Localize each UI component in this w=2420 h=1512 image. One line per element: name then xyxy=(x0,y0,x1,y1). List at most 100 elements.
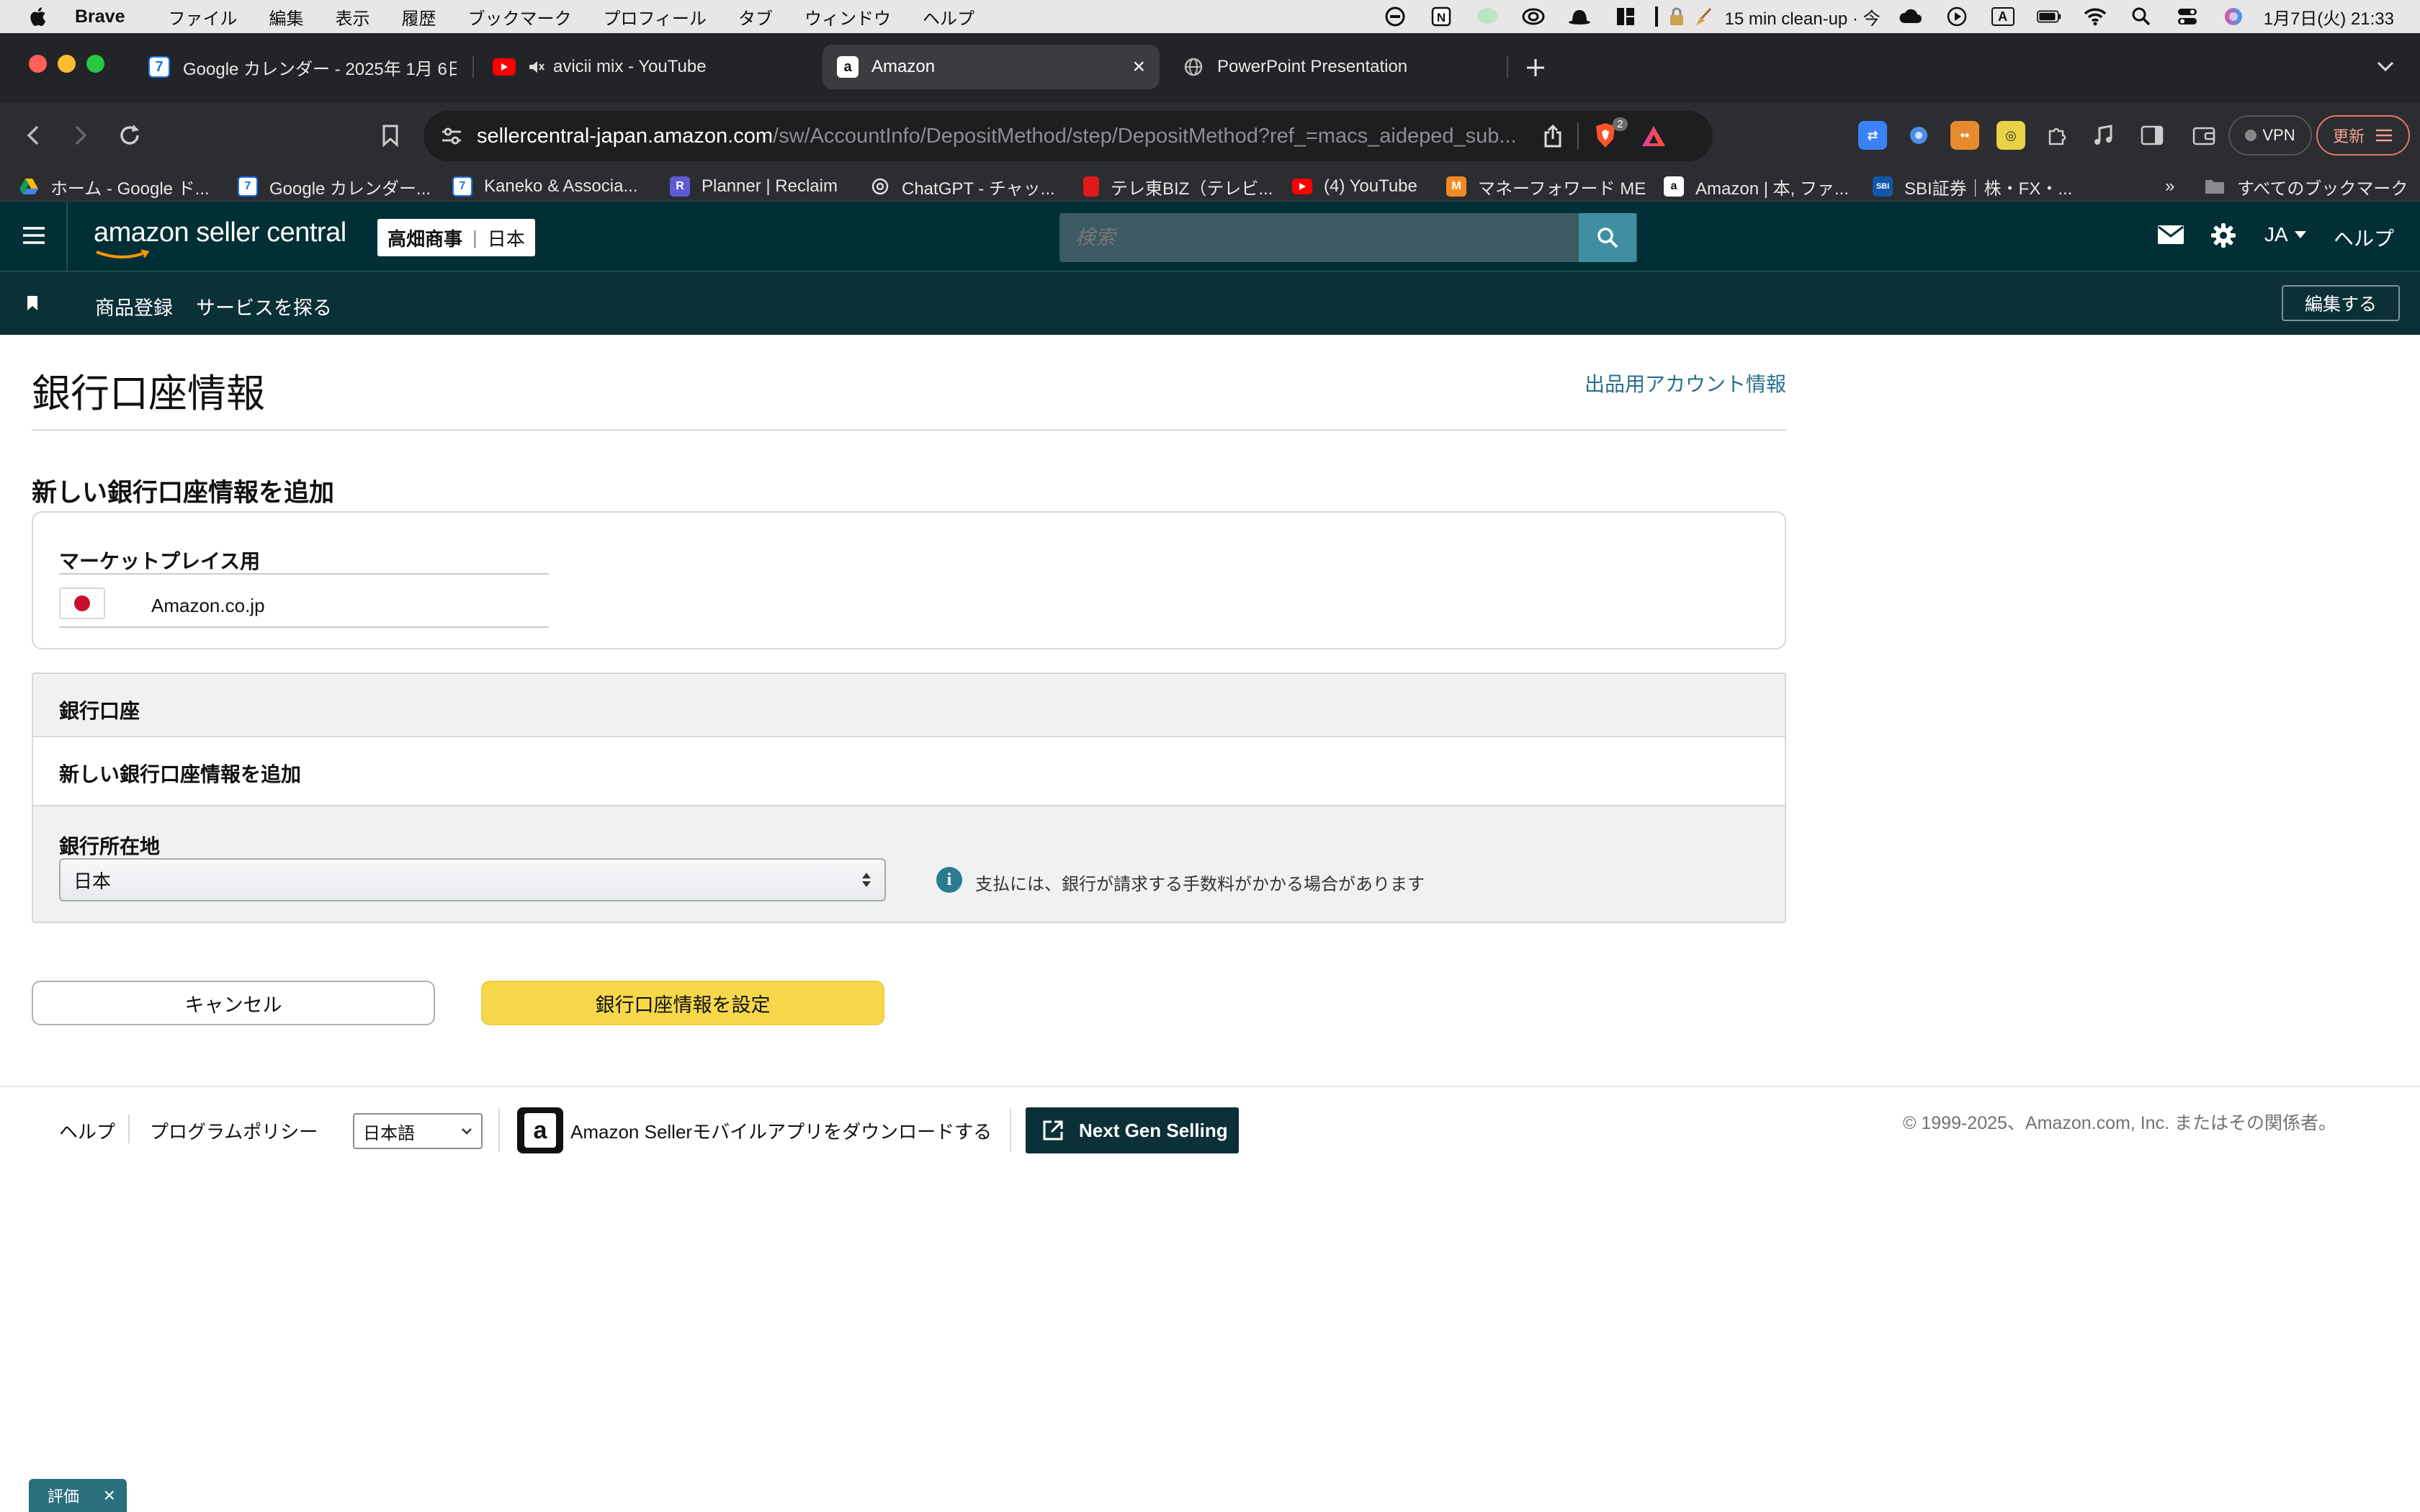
all-bookmarks[interactable]: すべてのブックマーク xyxy=(2204,174,2408,199)
set-bank-account-button[interactable]: 銀行口座情報を設定 xyxy=(481,981,884,1025)
bookmark-sbi[interactable]: SBI SBI証券｜株・FX・... xyxy=(1873,174,2072,199)
sbi-icon: SBI xyxy=(1873,176,1893,197)
wifi-icon[interactable] xyxy=(2083,6,2107,27)
notion-icon[interactable]: N xyxy=(1429,6,1453,27)
play-circle-icon[interactable] xyxy=(1945,6,1969,27)
menu-bookmarks[interactable]: ブックマーク xyxy=(468,4,572,30)
window-manager-icon[interactable] xyxy=(1613,6,1638,27)
settings-gear-icon[interactable] xyxy=(2210,222,2237,249)
bookmark-moneyforward[interactable]: M マネーフォワード ME xyxy=(1446,174,1646,199)
media-music-icon[interactable] xyxy=(2089,121,2118,150)
reminder-text[interactable]: 15 min clean-up · 今 xyxy=(1725,4,1881,30)
nav-explore-services[interactable]: サービスを探る xyxy=(196,292,332,320)
menubar-clock[interactable]: 1月7日(火) 21:33 xyxy=(2264,4,2394,30)
bookmark-amazon[interactable]: a Amazon | 本, ファ... xyxy=(1664,174,1849,199)
input-mode-icon[interactable]: A xyxy=(1991,6,2015,27)
siri-icon[interactable] xyxy=(2221,6,2246,27)
bookmark-google-calendar[interactable]: 7 Google カレンダー... xyxy=(238,174,431,199)
bookmark-google-drive[interactable]: ホーム - Google ド... xyxy=(19,174,210,199)
feedback-tab[interactable]: 評価 × xyxy=(29,1479,127,1512)
new-tab-icon[interactable] xyxy=(1523,55,1551,84)
extension-translate-icon[interactable]: ⇄ xyxy=(1858,121,1887,150)
tab-list-chevron-icon[interactable] xyxy=(2375,59,2397,81)
wallet-icon[interactable] xyxy=(2190,121,2218,150)
tab-amazon[interactable]: a Amazon × xyxy=(823,45,1160,89)
address-bar[interactable]: sellercentral-japan.amazon.com/sw/Accoun… xyxy=(424,111,1713,161)
tab-google-calendar[interactable]: 7 Google カレンダー - 2025年 1月 6日 xyxy=(134,45,464,89)
cancel-button[interactable]: キャンセル xyxy=(32,981,435,1025)
muted-audio-icon[interactable] xyxy=(529,60,544,74)
do-not-disturb-icon[interactable] xyxy=(1383,6,1407,27)
mail-icon[interactable] xyxy=(2156,223,2185,246)
bookmark-youtube[interactable]: (4) YouTube xyxy=(1292,174,1417,199)
menu-file[interactable]: ファイル xyxy=(169,4,238,30)
amazon-seller-app-icon[interactable]: a xyxy=(517,1107,563,1153)
share-icon[interactable] xyxy=(1543,124,1563,148)
language-selector[interactable]: JA xyxy=(2264,223,2307,246)
spotlight-search-icon[interactable] xyxy=(2129,6,2154,27)
brave-shields-icon[interactable]: 2 xyxy=(1593,117,1628,150)
store-switcher[interactable]: 高畑商事 | 日本 xyxy=(377,219,535,256)
menu-window[interactable]: ウィンドウ xyxy=(805,4,891,30)
apple-icon[interactable] xyxy=(27,5,50,28)
search-button[interactable] xyxy=(1579,213,1636,262)
bowler-hat-icon[interactable] xyxy=(1567,6,1592,27)
bookmark-kaneko[interactable]: 7 Kaneko & Associa... xyxy=(452,174,637,199)
menu-help[interactable]: ヘルプ xyxy=(923,4,974,30)
bookmark-tvtokyo[interactable]: テレ東BIZ（テレビ... xyxy=(1083,174,1273,199)
search-input[interactable] xyxy=(1059,213,1637,262)
menu-profile[interactable]: プロフィール xyxy=(604,4,707,30)
amazon-seller-central-logo[interactable]: amazon seller central xyxy=(94,217,346,258)
program-policy-link[interactable]: プログラムポリシー xyxy=(150,1117,318,1144)
back-icon[interactable] xyxy=(19,121,48,150)
tab-separator xyxy=(472,56,474,78)
extension-gem-icon[interactable] xyxy=(1904,121,1933,150)
bookmark-page-icon[interactable] xyxy=(376,121,405,150)
app-download-link[interactable]: Amazon Sellerモバイルアプリをダウンロードする xyxy=(570,1117,992,1144)
extension-sticker-icon[interactable]: ◎ xyxy=(1996,121,2025,150)
sidebar-toggle-icon[interactable] xyxy=(2138,121,2166,150)
app-name[interactable]: Brave xyxy=(75,6,125,27)
bank-location-label: 銀行所在地 xyxy=(59,835,161,858)
amazon-icon: a xyxy=(1664,176,1684,197)
forward-icon[interactable] xyxy=(66,121,95,150)
menu-tab[interactable]: タブ xyxy=(738,4,773,30)
menu-history[interactable]: 履歴 xyxy=(402,4,436,30)
footer-help-link[interactable]: ヘルプ xyxy=(59,1117,115,1144)
tvtokyo-icon xyxy=(1083,176,1099,197)
brave-rewards-icon[interactable] xyxy=(1641,125,1667,148)
extensions-puzzle-icon[interactable] xyxy=(2043,121,2071,150)
bookmarks-overflow[interactable]: » xyxy=(2165,174,2174,199)
footer-language-select[interactable]: 日本語 xyxy=(353,1113,483,1149)
vpn-button[interactable]: VPN xyxy=(2228,115,2312,156)
tab-powerpoint[interactable]: PowerPoint Presentation xyxy=(1168,45,1500,89)
bookmark-chatgpt[interactable]: ChatGPT - チャッ... xyxy=(870,174,1055,199)
hamburger-menu-icon[interactable] xyxy=(22,225,46,246)
bookmark-ribbon-icon[interactable] xyxy=(26,295,39,311)
menu-edit[interactable]: 編集 xyxy=(269,4,304,30)
control-center-icon[interactable] xyxy=(2175,6,2200,27)
nav-product-registration[interactable]: 商品登録 xyxy=(95,292,173,320)
close-window-icon[interactable] xyxy=(29,55,47,73)
update-button[interactable]: 更新 xyxy=(2316,115,2410,156)
site-settings-icon[interactable] xyxy=(441,126,462,146)
reload-icon[interactable] xyxy=(115,121,144,150)
bookmark-reclaim[interactable]: R Planner | Reclaim xyxy=(670,174,838,199)
next-gen-selling-button[interactable]: Next Gen Selling xyxy=(1026,1107,1239,1153)
battery-icon[interactable] xyxy=(2036,6,2061,27)
line-icon[interactable] xyxy=(1475,6,1500,27)
seller-account-info-link[interactable]: 出品用アカウント情報 xyxy=(1585,369,1786,397)
edit-bookmarks-button[interactable]: 編集する xyxy=(2282,285,2400,321)
creative-cloud-icon[interactable] xyxy=(1521,6,1546,27)
menu-view[interactable]: 表示 xyxy=(336,4,370,30)
bank-location-select[interactable]: 日本 xyxy=(59,858,886,901)
cloud-sync-icon[interactable] xyxy=(1899,6,1923,27)
minimize-window-icon[interactable] xyxy=(58,55,76,73)
lock-icon xyxy=(1667,6,1686,27)
extension-face-icon[interactable]: •• xyxy=(1950,121,1979,150)
zoom-window-icon[interactable] xyxy=(86,55,104,73)
header-help-link[interactable]: ヘルプ xyxy=(2334,223,2394,252)
feedback-close-icon[interactable]: × xyxy=(104,1484,115,1507)
tab-youtube[interactable]: avicii mix - YouTube xyxy=(478,45,795,89)
close-tab-icon[interactable]: × xyxy=(1132,55,1145,79)
